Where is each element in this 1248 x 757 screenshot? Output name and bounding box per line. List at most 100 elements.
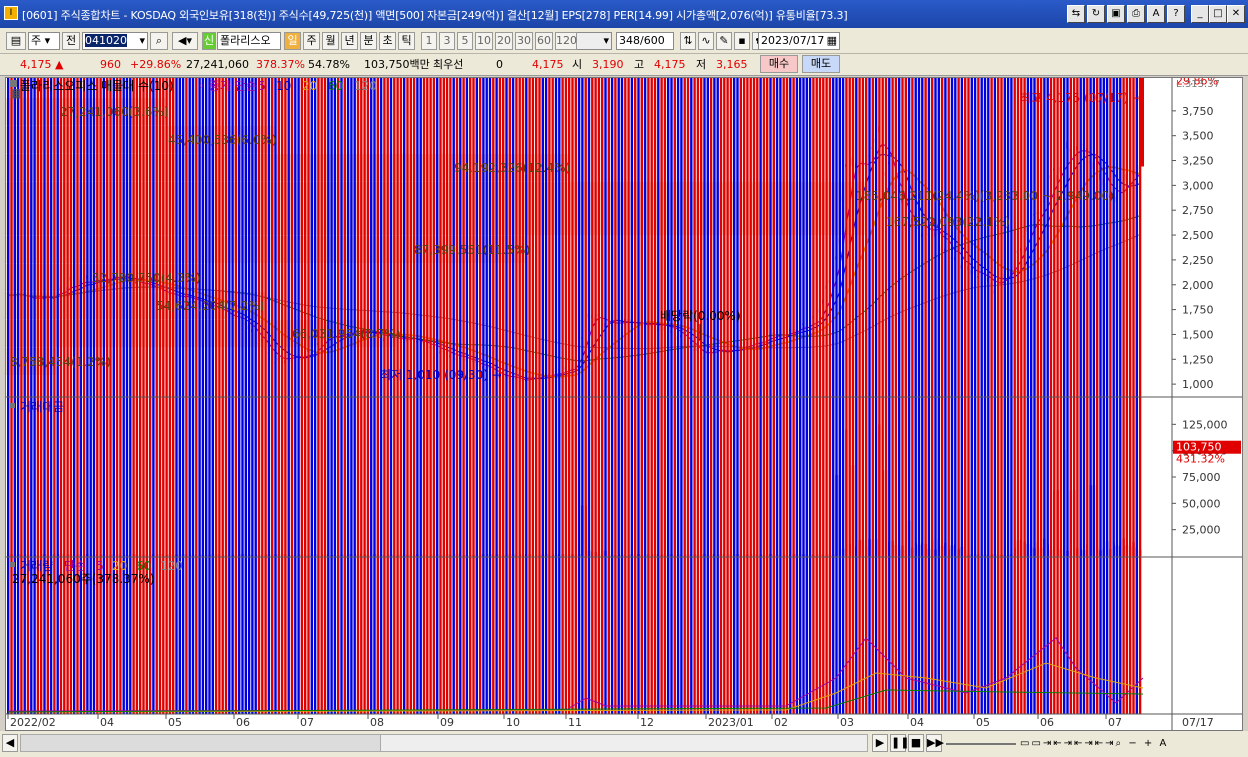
interval-button-5[interactable]: 5 [457,32,473,50]
credit-icon: 신 [202,32,216,50]
volume-bar [376,0,379,714]
chart-area[interactable]: 3,750 3,500 3,250 3,000 2,750 2,500 2,250 2,000… [5,0,1243,731]
period-button-5[interactable]: 초 [379,32,396,50]
stock-code-input[interactable]: 041020 ▾ [82,32,148,50]
ask-price: 4,175 [532,58,564,71]
volume-bar [627,0,630,714]
sync-icon[interactable]: ↻ [1087,5,1105,23]
volume-bar [1105,0,1109,714]
pen-icon[interactable]: ✎ [716,32,732,50]
play-icon[interactable]: ▶ [872,734,888,752]
period-button-1[interactable]: 주 [303,32,320,50]
volume-bar [766,0,769,715]
open-value: 3,190 [592,58,624,71]
volume-bar [1096,0,1099,714]
period-button-4[interactable]: 분 [360,32,377,50]
toolbar: ▤ 주 ▾ 전 041020 ▾ ⌕ ◀▾ 신 폴라리스오 ▾ 348/600 … [0,28,1248,54]
fast-forward-icon[interactable]: ▶▶ [926,734,944,752]
interval-button-120[interactable]: 120 [555,32,577,50]
period-button-3[interactable]: 년 [341,32,358,50]
volume-bar [1013,0,1016,714]
volume-bar [874,0,878,714]
close-button[interactable]: ✕ [1227,5,1245,23]
volume: 27,241,060 [186,58,249,71]
volume-bar [1053,0,1056,714]
volume-bar [224,0,228,714]
print-chart-icon[interactable]: ▤ [6,32,26,50]
volume-bar [96,0,99,715]
date-input[interactable]: 2023/07/17 ▦ [758,32,840,50]
volume-bar [23,0,26,714]
interval-button-3[interactable]: 3 [439,32,455,50]
interval-button-30[interactable]: 30 [515,32,533,50]
buy-button[interactable]: 매수 [760,55,798,73]
volume-bar [841,0,845,714]
volume-bar [1033,0,1036,715]
tool-icons[interactable]: ▭▭⇥⇤⇥⇤⇥⇤⇥⌕ − + A [1020,735,1168,753]
volume-bar [640,0,643,714]
volume-bar [980,0,983,714]
print-icon[interactable]: ⎙ [1127,5,1145,23]
speaker-icon[interactable]: ◀▾ [172,32,198,50]
volume-bar [370,0,373,714]
period-button-6[interactable]: 틱 [398,32,415,50]
sell-button[interactable]: 매도 [802,55,840,73]
stock-chart[interactable]: 3,750 3,500 3,250 3,000 2,750 2,500 2,250 2,000… [6,0,1242,730]
volume-bar [393,0,396,715]
help-icon[interactable]: ? [1167,5,1185,23]
low-label: 저 [696,58,707,71]
speed-slider[interactable] [946,743,1016,745]
period-button-2[interactable]: 월 [322,32,339,50]
maximize-button[interactable]: □ [1209,5,1227,23]
title-bar: I [0601] 주식종합차트 - KOSDAQ 외국인보유[318(천)] 주… [0,0,1248,28]
interval-button-20[interactable]: 20 [495,32,513,50]
font-icon[interactable]: A [1147,5,1165,23]
volume-bar [927,0,931,714]
y-tick-label: 50,000 [1182,497,1221,510]
y-tick-label: 1,250 [1182,353,1214,366]
volume-bar [99,0,102,715]
volume-bar [1112,0,1115,714]
type-button[interactable]: 전 [62,32,80,50]
volume-bar [1066,0,1069,714]
period-button-0[interactable]: 일 [284,32,301,50]
link-icon[interactable]: ⇆ [1067,5,1085,23]
volume-bar [749,0,752,715]
scrollbar-track[interactable] [20,734,868,752]
volume-bar [399,0,403,714]
volume-bar [257,0,261,715]
x-end-label: 07/17 [1182,716,1214,729]
volume-bar [119,0,122,715]
interval-button-60[interactable]: 60 [535,32,553,50]
pause-icon[interactable]: ❚❚ [890,734,909,752]
ma-legend-period: 5 [258,79,266,93]
period-select[interactable]: 주 ▾ [28,32,60,50]
volume-bar [343,0,346,714]
pref-label: 최우선 [433,58,464,71]
volume-bar [317,0,320,715]
scroll-left-button[interactable]: ◀ [2,734,18,752]
interval-button-10[interactable]: 10 [475,32,493,50]
volume-bar [825,0,828,714]
minimize-button[interactable]: _ [1191,5,1209,23]
save-icon[interactable]: ▪ [734,32,750,50]
volume-bar [832,0,835,714]
line-tool-icon[interactable]: ∿ [698,32,714,50]
volume-bar [40,0,43,714]
pan-icon[interactable]: ⇅ [680,32,696,50]
volume-bar [983,0,987,714]
volume-bar [10,0,13,714]
layout-icon[interactable]: ▣ [1107,5,1125,23]
scrollbar-thumb[interactable] [21,735,381,751]
volume-bar [931,0,934,714]
stop-icon[interactable]: ■ [908,734,924,752]
x-tick-label: 09 [440,716,454,729]
count-input[interactable]: 348/600 [616,32,674,50]
volume-bar [911,0,914,714]
volume-bar [115,0,119,714]
search-icon[interactable]: ⌕ [150,32,168,50]
volume-bar [327,0,330,714]
interval-button-1[interactable]: 1 [421,32,437,50]
volume-bar [155,0,158,714]
volume-bar [92,0,96,714]
